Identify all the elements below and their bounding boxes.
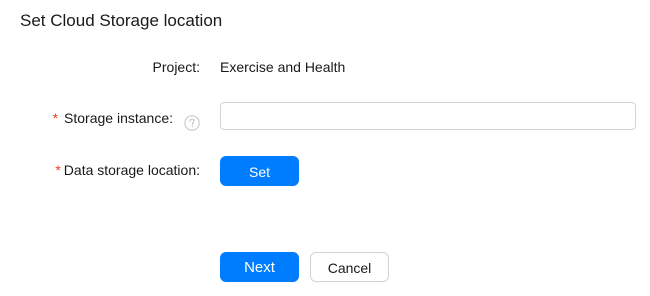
question-circle-icon[interactable] (184, 110, 200, 131)
data-storage-location-label-text: Data storage location: (63, 162, 200, 178)
required-asterisk: * (52, 110, 59, 126)
dialog-title: Set Cloud Storage location (20, 11, 223, 30)
set-button[interactable]: Set (220, 156, 299, 186)
storage-instance-label: * Storage instance: (53, 102, 200, 134)
data-storage-location-label: * Data storage location: (55, 154, 200, 186)
storage-instance-label-text: Storage instance: (64, 110, 173, 126)
project-row: Project: Exercise and Health (0, 51, 650, 83)
project-value: Exercise and Health (220, 59, 346, 75)
data-storage-location-row: * Data storage location: Set (0, 154, 650, 186)
storage-instance-input[interactable] (220, 102, 636, 130)
next-button[interactable]: Next (220, 252, 299, 282)
project-label: Project: (153, 51, 200, 83)
storage-instance-row: * Storage instance: (0, 102, 650, 134)
cancel-button[interactable]: Cancel (310, 252, 389, 282)
required-asterisk: * (55, 162, 61, 178)
project-label-text: Project: (152, 59, 200, 75)
